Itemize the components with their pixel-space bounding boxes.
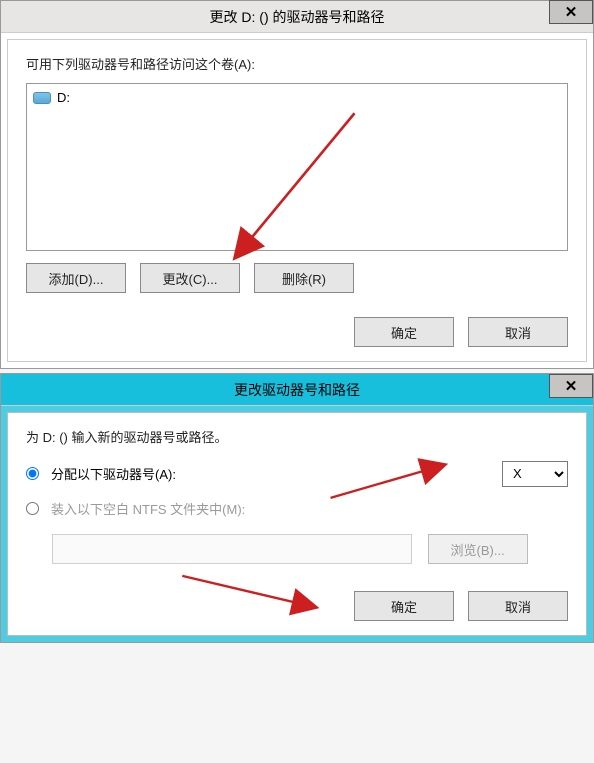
content-2: 为 D: () 输入新的驱动器号或路径。 分配以下驱动器号(A): X 装入以下…	[7, 412, 587, 636]
remove-button[interactable]: 删除(R)	[254, 263, 354, 293]
radio-mount[interactable]	[26, 502, 39, 515]
browse-button: 浏览(B)...	[428, 534, 528, 564]
cancel-button-1[interactable]: 取消	[468, 317, 568, 347]
prompt-1: 可用下列驱动器号和路径访问这个卷(A):	[26, 54, 568, 73]
change-button[interactable]: 更改(C)...	[140, 263, 240, 293]
list-item[interactable]: D:	[33, 90, 561, 105]
dialog-actions-1: 确定 取消	[26, 317, 568, 347]
titlebar-2: 更改驱动器号和路径 ✕	[1, 374, 593, 406]
close-icon: ✕	[565, 3, 578, 21]
dialog-change-drive-paths: 更改 D: () 的驱动器号和路径 ✕ 可用下列驱动器号和路径访问这个卷(A):…	[0, 0, 594, 369]
radio-assign-text: 分配以下驱动器号(A):	[51, 464, 176, 483]
radio-mount-label[interactable]: 装入以下空白 NTFS 文件夹中(M):	[26, 499, 568, 518]
window-1: 更改 D: () 的驱动器号和路径 ✕ 可用下列驱动器号和路径访问这个卷(A):…	[0, 0, 594, 369]
content-1: 可用下列驱动器号和路径访问这个卷(A): D: 添加(D)... 更改(C)..…	[7, 39, 587, 362]
drive-listbox[interactable]: D:	[26, 83, 568, 251]
ok-button-2[interactable]: 确定	[354, 591, 454, 621]
drive-letter-select[interactable]: X	[502, 461, 568, 487]
ok-button-1[interactable]: 确定	[354, 317, 454, 347]
drive-icon	[33, 92, 51, 104]
titlebar-1: 更改 D: () 的驱动器号和路径 ✕	[1, 1, 593, 33]
close-icon: ✕	[565, 377, 578, 395]
assign-row: 分配以下驱动器号(A): X	[26, 456, 568, 491]
dialog-actions-2: 确定 取消	[26, 591, 568, 621]
action-buttons: 添加(D)... 更改(C)... 删除(R)	[26, 263, 568, 293]
close-button-2[interactable]: ✕	[549, 374, 593, 398]
cancel-button-2[interactable]: 取消	[468, 591, 568, 621]
window-2: 更改驱动器号和路径 ✕ 为 D: () 输入新的驱动器号或路径。 分配以下驱动器…	[0, 373, 594, 643]
mount-path-input	[52, 534, 412, 564]
close-button-1[interactable]: ✕	[549, 0, 593, 24]
radio-assign-label[interactable]: 分配以下驱动器号(A):	[26, 464, 176, 483]
radio-assign[interactable]	[26, 467, 39, 480]
title-text-1: 更改 D: () 的驱动器号和路径	[210, 7, 385, 27]
title-text-2: 更改驱动器号和路径	[234, 380, 360, 400]
mount-row: 浏览(B)...	[26, 526, 568, 591]
add-button[interactable]: 添加(D)...	[26, 263, 126, 293]
prompt-2: 为 D: () 输入新的驱动器号或路径。	[26, 427, 568, 446]
drive-label: D:	[57, 90, 70, 105]
radio-mount-text: 装入以下空白 NTFS 文件夹中(M):	[51, 499, 245, 518]
dialog-change-letter: 更改驱动器号和路径 ✕ 为 D: () 输入新的驱动器号或路径。 分配以下驱动器…	[0, 373, 594, 643]
